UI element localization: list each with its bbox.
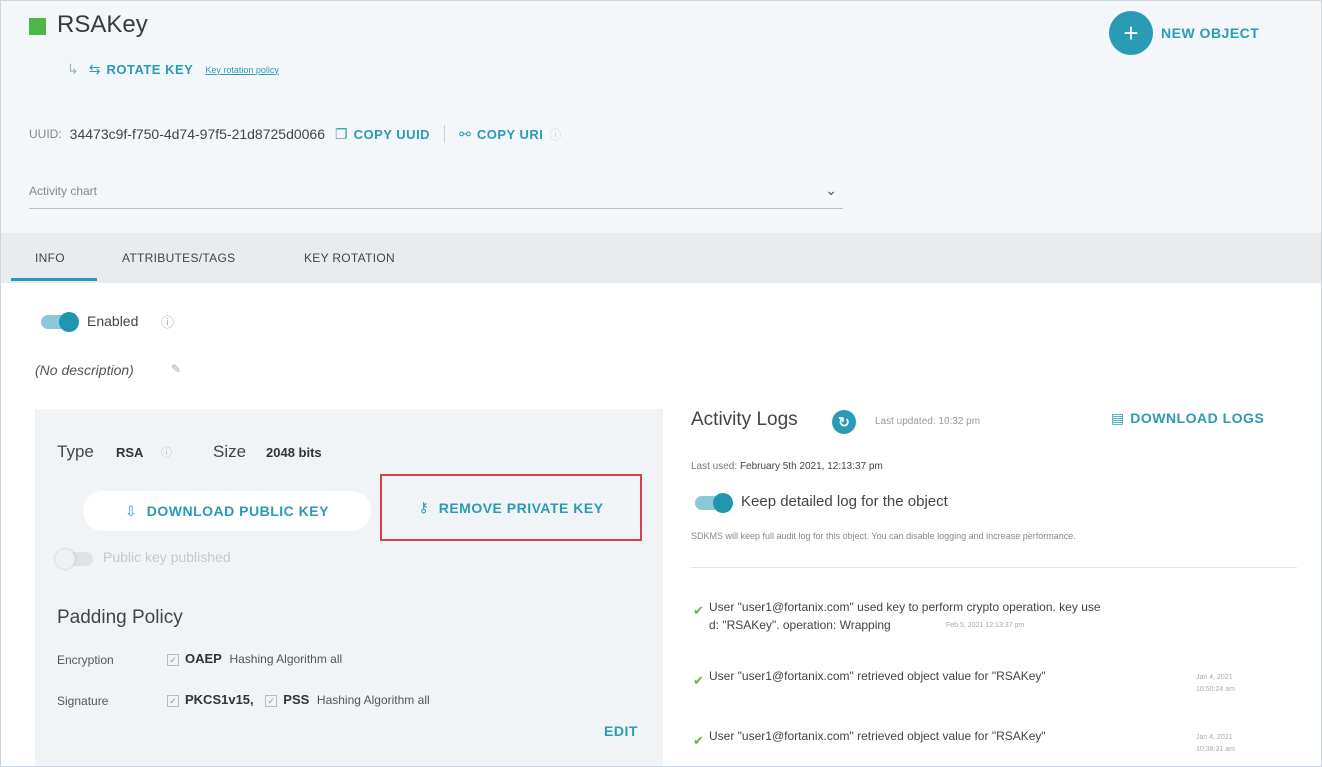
help-icon[interactable]: ⓘ: [161, 312, 174, 331]
keep-detailed-log-label: Keep detailed log for the object: [741, 493, 948, 510]
size-value: 2048 bits: [266, 445, 322, 460]
uuid-value: 34473c9f-f750-4d74-97f5-21d8725d0066: [69, 126, 326, 142]
divider: [444, 125, 446, 143]
encryption-hash-label: Hashing Algorithm all: [229, 652, 343, 666]
signature-options: ✓ PKCS1v15, ✓ PSS Hashing Algorithm all: [167, 692, 430, 707]
tab-bar: INFO ATTRIBUTES/TAGS KEY ROTATION: [1, 233, 1321, 283]
rotate-key-button[interactable]: ROTATE KEY: [106, 62, 193, 77]
uuid-row: UUID: 34473c9f-f750-4d74-97f5-21d8725d00…: [29, 125, 561, 143]
object-header: RSAKey + NEW OBJECT ↳ ⇆ ROTATE KEY Key r…: [1, 1, 1321, 233]
pss-label: PSS: [283, 692, 310, 707]
check-icon: ✔: [693, 733, 704, 748]
last-used-label: Last used:: [691, 461, 738, 472]
pkcs-label: PKCS1v15,: [185, 692, 254, 707]
divider: [691, 567, 1297, 568]
download-logs-button[interactable]: ▤ DOWNLOAD LOGS: [1111, 410, 1264, 427]
copy-icon: ❐: [335, 125, 348, 142]
tab-key-rotation[interactable]: KEY ROTATION: [304, 251, 395, 265]
enabled-label: Enabled: [87, 313, 139, 329]
key-details-panel: [35, 409, 663, 766]
encryption-label: Encryption: [57, 653, 114, 667]
new-object-button[interactable]: + NEW OBJECT: [1109, 11, 1259, 55]
encryption-options: ✓ OAEP Hashing Algorithm all: [167, 651, 342, 666]
size-label: Size: [213, 442, 247, 461]
log-entry-time: Jan 4, 2021 10:38:31 am: [1196, 734, 1235, 753]
logging-note: SDKMS will keep full audit log for this …: [691, 531, 1076, 541]
check-icon: ✔: [693, 603, 704, 618]
key-rotation-policy-link[interactable]: Key rotation policy: [205, 65, 279, 75]
info-icon[interactable]: ⓘ: [161, 444, 172, 460]
enabled-toggle[interactable]: [41, 312, 79, 332]
chevron-down-icon: ⌄: [825, 182, 837, 198]
object-status-square-icon: [29, 18, 46, 35]
remove-key-icon: ⚷: [418, 499, 429, 515]
last-updated-text: Last updated: 10:32 pm: [875, 416, 981, 427]
copy-uri-button[interactable]: COPY URI: [477, 127, 544, 142]
tab-info[interactable]: INFO: [35, 251, 65, 265]
sub-arrow-icon: ↳: [67, 61, 79, 77]
help-icon[interactable]: ⓘ: [549, 126, 561, 143]
log-entry-text-cont: d: "RSAKey". operation: Wrapping: [709, 618, 891, 632]
activity-chart-select[interactable]: Activity chart ⌄: [29, 173, 843, 209]
type-value: RSA: [116, 445, 144, 460]
rotate-key-row: ↳ ⇆ ROTATE KEY Key rotation policy: [67, 61, 279, 78]
padding-policy-title: Padding Policy: [57, 607, 183, 628]
object-detail-window: RSAKey + NEW OBJECT ↳ ⇆ ROTATE KEY Key r…: [0, 0, 1322, 767]
log-entry-text: User "user1@fortanix.com" used key to pe…: [709, 600, 1101, 614]
edit-description-pencil-icon[interactable]: ✎: [171, 362, 181, 376]
oaep-label: OAEP: [185, 651, 222, 666]
download-key-icon: ⇩: [125, 502, 137, 519]
public-key-published-label: Public key published: [103, 549, 231, 565]
type-label: Type: [57, 442, 94, 461]
log-entry-text: User "user1@fortanix.com" retrieved obje…: [709, 729, 1046, 743]
download-public-key-button[interactable]: ⇩ DOWNLOAD PUBLIC KEY: [83, 491, 371, 531]
keep-detailed-log-toggle[interactable]: [695, 493, 733, 513]
log-entry-time: Jan 4, 2021 10:50:24 am: [1196, 674, 1235, 693]
rotate-key-icon: ⇆: [88, 61, 101, 77]
download-logs-label: DOWNLOAD LOGS: [1130, 410, 1265, 426]
activity-logs-title: Activity Logs: [691, 409, 798, 430]
new-object-label: NEW OBJECT: [1161, 25, 1260, 41]
refresh-icon[interactable]: ↻: [832, 410, 856, 434]
log-entry-time: Feb 5, 2021 12:13:37 pm: [946, 622, 1025, 629]
active-tab-indicator: [11, 278, 97, 281]
copy-uuid-button[interactable]: COPY UUID: [354, 127, 431, 142]
uuid-label: UUID:: [29, 127, 62, 141]
activity-chart-label: Activity chart: [29, 183, 98, 198]
signature-hash-label: Hashing Algorithm all: [316, 693, 430, 707]
public-key-published-toggle[interactable]: [55, 549, 93, 569]
remove-private-key-label: REMOVE PRIVATE KEY: [438, 499, 604, 516]
plus-icon: +: [1109, 11, 1153, 55]
last-used-value: February 5th 2021, 12:13:37 pm: [739, 461, 883, 472]
download-public-key-label: DOWNLOAD PUBLIC KEY: [146, 503, 329, 519]
link-icon: ⚯: [459, 125, 471, 142]
edit-padding-button[interactable]: EDIT: [604, 723, 638, 739]
checkbox-icon: ✓: [265, 694, 278, 707]
checkbox-icon: ✓: [167, 694, 179, 707]
tab-attributes-tags[interactable]: ATTRIBUTES/TAGS: [122, 251, 235, 265]
object-description: (No description): [35, 362, 134, 378]
last-used-text: Last used: February 5th 2021, 12:13:37 p…: [691, 461, 883, 472]
remove-private-key-button[interactable]: ⚷ REMOVE PRIVATE KEY: [380, 474, 642, 541]
object-title: RSAKey: [57, 11, 148, 38]
log-entry-text: User "user1@fortanix.com" retrieved obje…: [709, 669, 1046, 683]
document-icon: ▤: [1111, 410, 1125, 426]
check-icon: ✔: [693, 673, 704, 688]
checkbox-icon: ✓: [167, 653, 179, 666]
signature-label: Signature: [57, 694, 109, 708]
